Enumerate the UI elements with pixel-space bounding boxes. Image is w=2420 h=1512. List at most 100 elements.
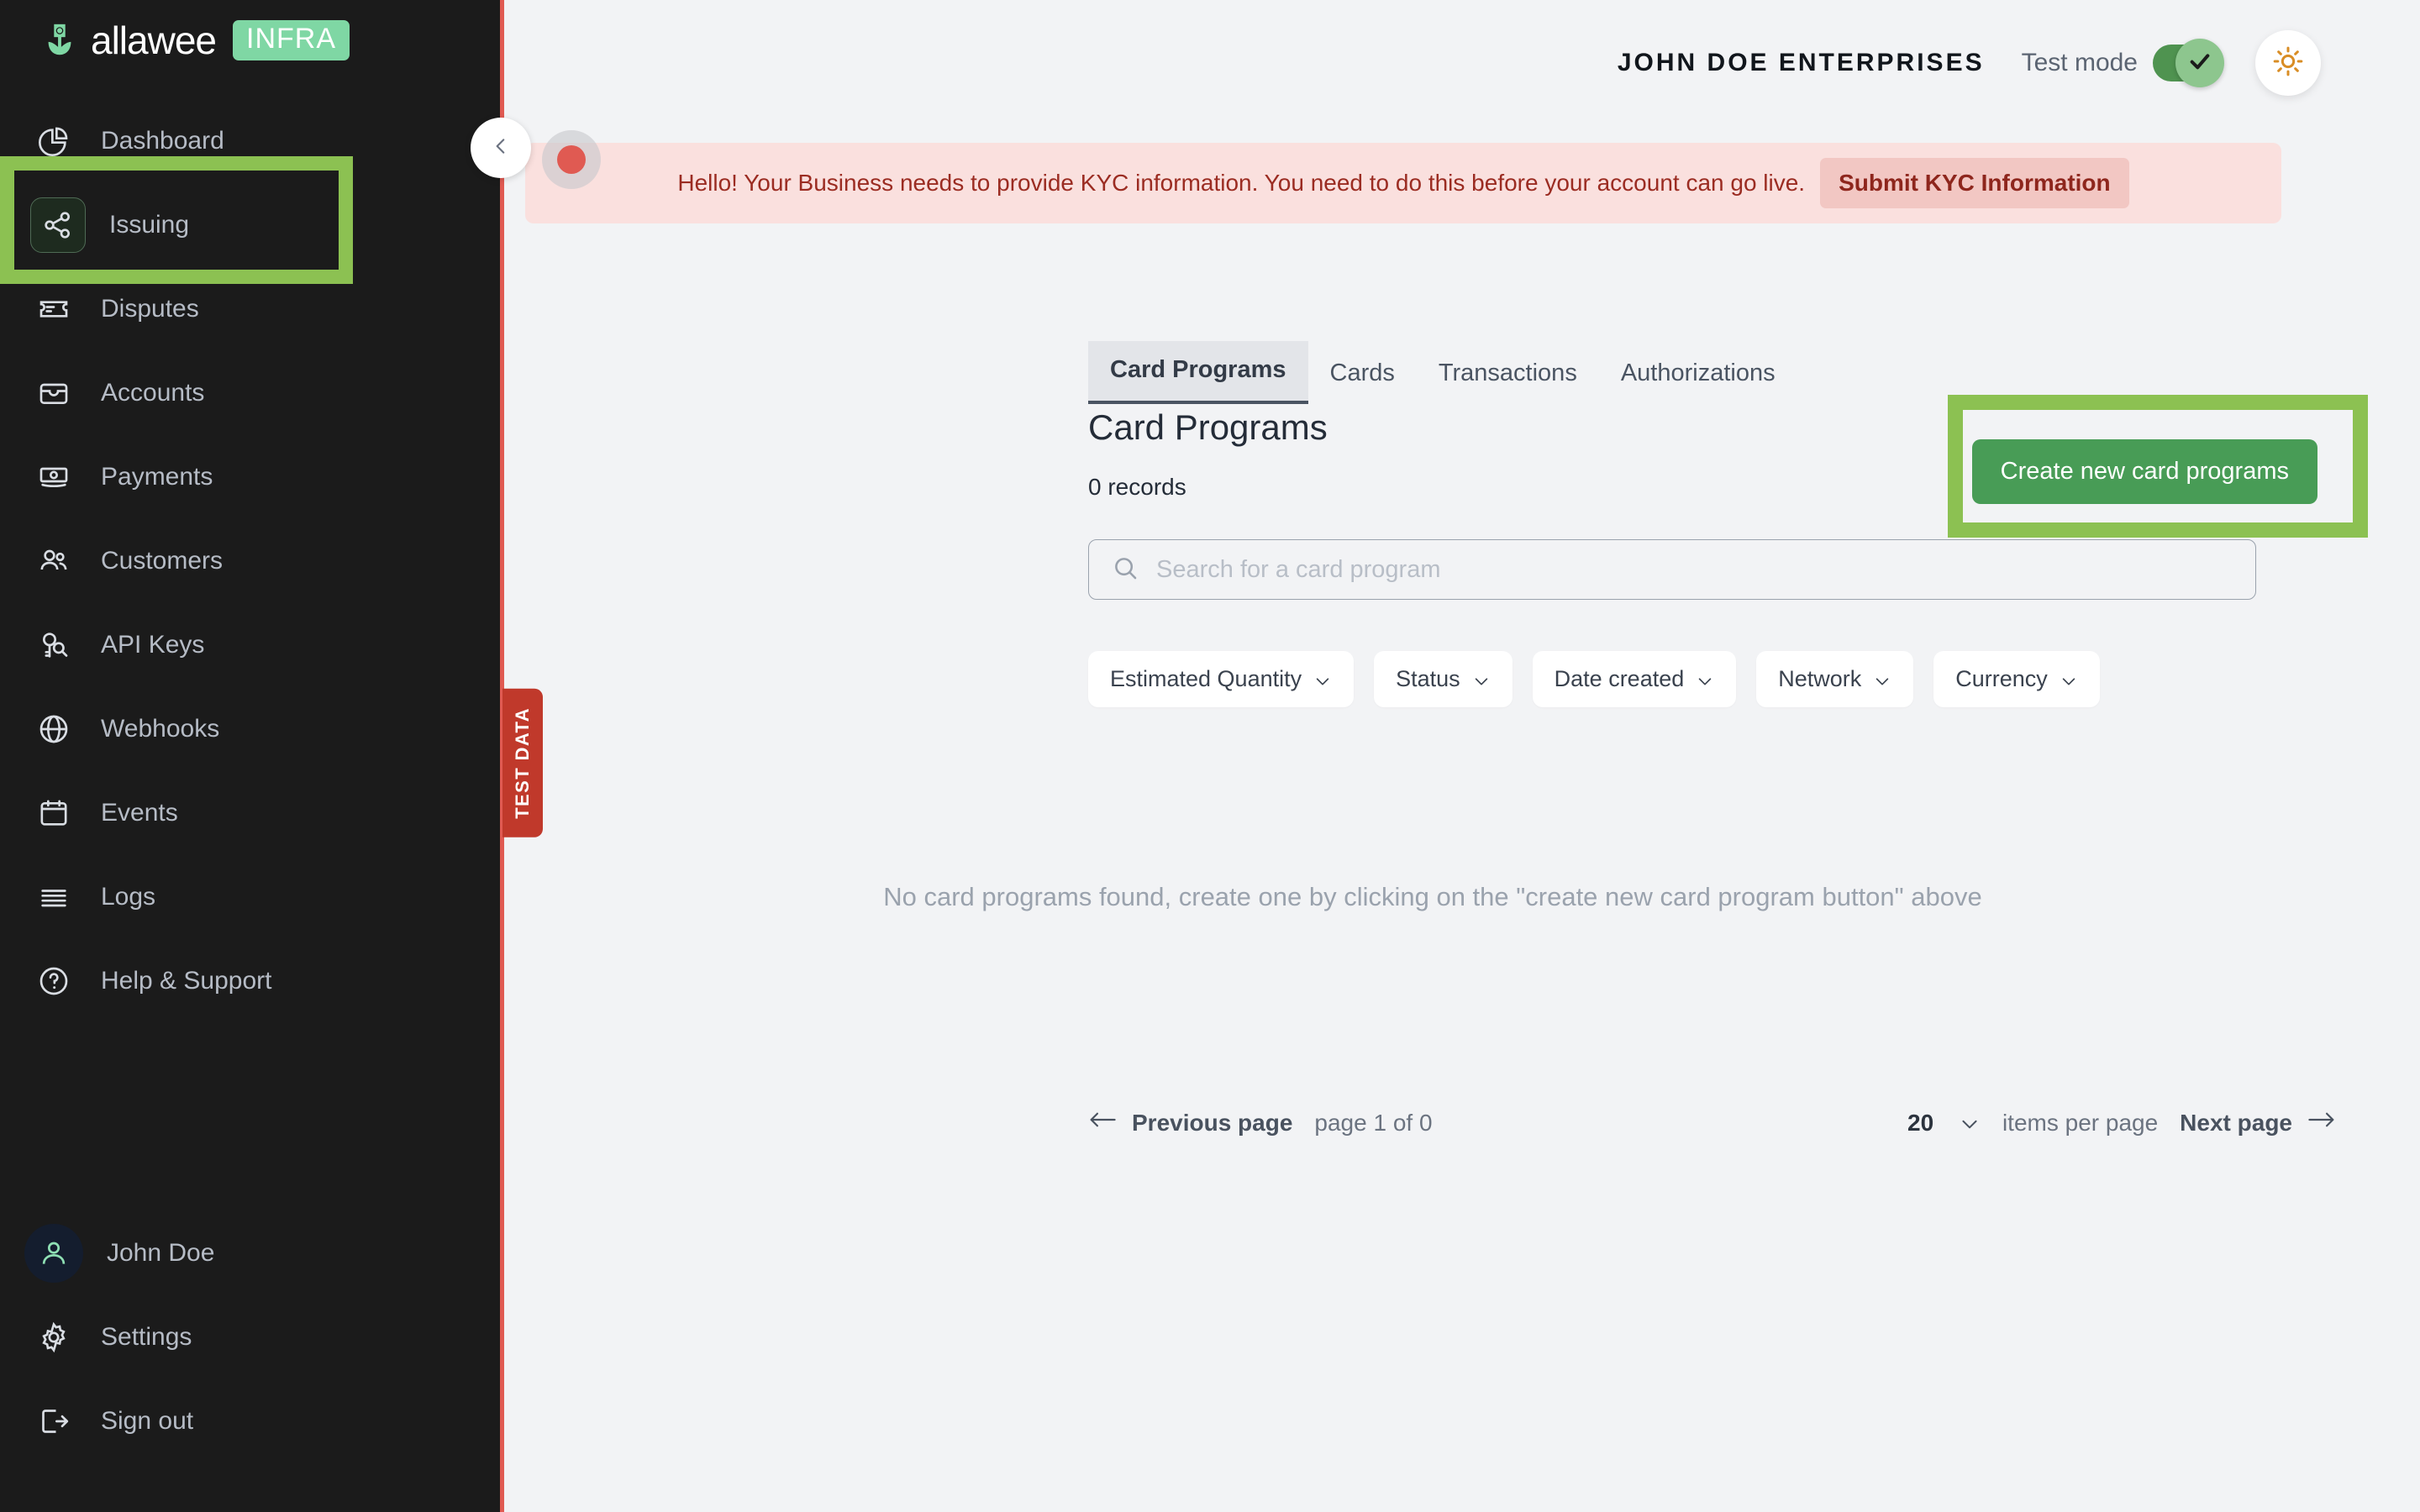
sidebar-item-label: Customers bbox=[101, 547, 224, 575]
sidebar-item-label: Dashboard bbox=[101, 127, 224, 155]
chevron-down-icon bbox=[1472, 670, 1491, 689]
sidebar-bottom-nav: John Doe Settings Sign out bbox=[0, 1211, 500, 1512]
cursor-indicator bbox=[542, 130, 601, 189]
filter-status[interactable]: Status bbox=[1374, 651, 1512, 707]
brand-badge: INFRA bbox=[233, 20, 350, 60]
sidebar-item-customers[interactable]: Customers bbox=[0, 519, 500, 603]
sidebar-item-label: Accounts bbox=[101, 379, 205, 407]
sidebar-item-label: API Keys bbox=[101, 631, 205, 659]
tab-card-programs[interactable]: Card Programs bbox=[1088, 341, 1308, 404]
sidebar-item-help-support[interactable]: Help & Support bbox=[0, 939, 500, 1023]
search-input[interactable] bbox=[1156, 555, 2233, 584]
sidebar-item-payments[interactable]: Payments bbox=[0, 435, 500, 519]
previous-page-button[interactable]: Previous page bbox=[1088, 1109, 1292, 1137]
pie-chart-icon bbox=[30, 118, 77, 165]
question-circle-icon bbox=[30, 958, 77, 1005]
sidebar-item-disputes[interactable]: Disputes bbox=[0, 267, 500, 351]
test-mode-label: Test mode bbox=[2021, 49, 2138, 76]
filter-label: Network bbox=[1778, 666, 1862, 691]
sidebar-item-label: Sign out bbox=[101, 1407, 194, 1435]
sidebar-item-sign-out[interactable]: Sign out bbox=[0, 1379, 500, 1463]
main-content: JOHN DOE ENTERPRISES Test mode Hello! Yo… bbox=[504, 0, 2420, 1512]
sidebar-item-events[interactable]: Events bbox=[0, 771, 500, 855]
sidebar-nav: Dashboard Issuing Disputes Accounts Paym… bbox=[0, 99, 500, 1023]
app-root: allawee INFRA Dashboard Issuing Disputes… bbox=[0, 0, 2420, 1512]
records-count: 0 records bbox=[1088, 474, 1186, 500]
share-nodes-icon bbox=[30, 197, 86, 253]
test-mode-control[interactable]: Test mode bbox=[2021, 39, 2224, 87]
sidebar-item-label: Logs bbox=[101, 883, 156, 911]
sidebar-item-accounts[interactable]: Accounts bbox=[0, 351, 500, 435]
tab-transactions[interactable]: Transactions bbox=[1417, 344, 1599, 404]
banknote-icon bbox=[30, 454, 77, 501]
sun-icon bbox=[2271, 45, 2305, 82]
sidebar-item-issuing[interactable]: Issuing bbox=[0, 183, 500, 267]
key-icon bbox=[30, 622, 77, 669]
sidebar-item-label: John Doe bbox=[107, 1239, 215, 1267]
arrow-left-icon bbox=[1088, 1109, 1117, 1137]
previous-page-label: Previous page bbox=[1132, 1109, 1293, 1136]
pagination: Previous page page 1 of 0 20 items per p… bbox=[1088, 1109, 2336, 1137]
filter-label: Currency bbox=[1955, 666, 2048, 691]
kyc-banner: Hello! Your Business needs to provide KY… bbox=[525, 143, 2281, 223]
globe-icon bbox=[30, 706, 77, 753]
filter-currency[interactable]: Currency bbox=[1933, 651, 2100, 707]
page-title: Card Programs bbox=[1088, 407, 1328, 447]
filter-label: Status bbox=[1396, 666, 1460, 691]
sidebar-item-label: Events bbox=[101, 799, 178, 827]
theme-toggle-button[interactable] bbox=[2255, 30, 2321, 96]
chevron-down-icon bbox=[1696, 670, 1714, 689]
tab-authorizations[interactable]: Authorizations bbox=[1599, 344, 1797, 404]
sidebar-item-account[interactable]: John Doe bbox=[0, 1211, 500, 1295]
search-icon bbox=[1111, 554, 1139, 586]
sidebar-item-logs[interactable]: Logs bbox=[0, 855, 500, 939]
submit-kyc-information-button[interactable]: Submit KYC Information bbox=[1820, 158, 2129, 208]
chevron-down-icon bbox=[1959, 1113, 1981, 1135]
empty-state-message: No card programs found, create one by cl… bbox=[883, 882, 1982, 911]
next-page-button[interactable]: Next page bbox=[2180, 1109, 2336, 1137]
top-bar: JOHN DOE ENTERPRISES Test mode bbox=[504, 0, 2361, 126]
test-data-tab[interactable]: TEST DATA bbox=[502, 689, 543, 837]
create-new-card-programs-button[interactable]: Create new card programs bbox=[1971, 439, 2317, 504]
pagination-right: 20 items per page Next page bbox=[1907, 1109, 2336, 1137]
filter-date-created[interactable]: Date created bbox=[1532, 651, 1737, 707]
sidebar-item-label: Webhooks bbox=[101, 715, 220, 743]
sidebar: allawee INFRA Dashboard Issuing Disputes… bbox=[0, 0, 543, 1512]
sidebar-item-label: Disputes bbox=[101, 295, 199, 323]
collapse-sidebar-button[interactable] bbox=[471, 118, 531, 178]
check-icon bbox=[2186, 48, 2213, 79]
sidebar-item-label: Payments bbox=[101, 463, 213, 491]
tab-cards[interactable]: Cards bbox=[1308, 344, 1417, 404]
brand-name: allawee bbox=[91, 18, 217, 62]
allawee-logo-icon bbox=[40, 21, 79, 60]
next-page-label: Next page bbox=[2180, 1109, 2292, 1136]
calendar-icon bbox=[30, 790, 77, 837]
pagination-left: Previous page page 1 of 0 bbox=[1088, 1109, 1433, 1137]
sign-out-icon bbox=[30, 1398, 77, 1445]
filter-network[interactable]: Network bbox=[1756, 651, 1914, 707]
test-mode-toggle[interactable] bbox=[2153, 39, 2224, 87]
page-info: page 1 of 0 bbox=[1314, 1109, 1433, 1136]
items-per-page-select[interactable]: 20 bbox=[1907, 1110, 1981, 1137]
search-bar[interactable] bbox=[1088, 539, 2256, 600]
arrow-right-icon bbox=[2307, 1109, 2336, 1137]
chevron-left-icon bbox=[490, 135, 512, 161]
sidebar-item-settings[interactable]: Settings bbox=[0, 1295, 500, 1379]
gear-icon bbox=[30, 1314, 77, 1361]
kyc-banner-message: Hello! Your Business needs to provide KY… bbox=[677, 170, 1806, 196]
users-icon bbox=[30, 538, 77, 585]
filter-label: Date created bbox=[1554, 666, 1685, 691]
sidebar-item-api-keys[interactable]: API Keys bbox=[0, 603, 500, 687]
chevron-down-icon bbox=[2060, 670, 2078, 689]
tab-bar: Card Programs Cards Transactions Authori… bbox=[1088, 341, 1797, 404]
sidebar-item-webhooks[interactable]: Webhooks bbox=[0, 687, 500, 771]
toggle-knob bbox=[2175, 39, 2224, 87]
sidebar-item-dashboard[interactable]: Dashboard bbox=[0, 99, 500, 183]
chevron-down-icon bbox=[1313, 670, 1332, 689]
chevron-down-icon bbox=[1873, 670, 1891, 689]
organization-name: JOHN DOE ENTERPRISES bbox=[1617, 49, 1985, 76]
brand[interactable]: allawee INFRA bbox=[0, 12, 500, 69]
sidebar-item-label: Help & Support bbox=[101, 967, 272, 995]
filter-estimated-quantity[interactable]: Estimated Quantity bbox=[1088, 651, 1355, 707]
